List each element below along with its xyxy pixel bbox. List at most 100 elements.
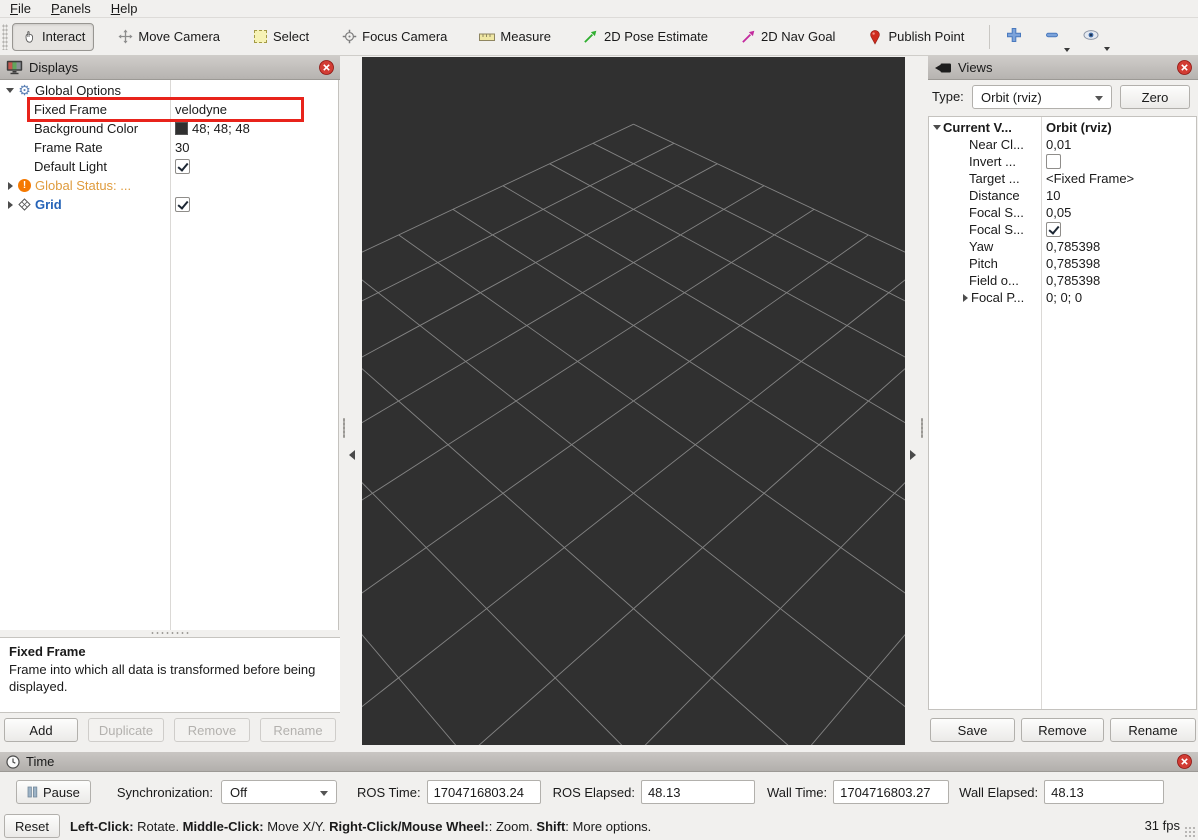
tree-row-focal-shape-fixed[interactable]: Focal S... xyxy=(929,221,1196,238)
tree-row-global-status[interactable]: ! Global Status: ... xyxy=(0,176,338,195)
nav-goal-tool-button[interactable]: 2D Nav Goal xyxy=(731,23,844,51)
description-title: Fixed Frame xyxy=(9,643,331,661)
toolbar-drag-handle[interactable] xyxy=(2,24,8,50)
time-panel-title: Time xyxy=(26,754,54,769)
view-type-combobox[interactable]: Orbit (rviz) xyxy=(972,85,1112,109)
background-color-value[interactable]: 48; 48; 48 xyxy=(170,121,338,136)
synchronization-label: Synchronization: xyxy=(117,785,213,800)
add-tool-button[interactable] xyxy=(1000,23,1028,50)
close-icon[interactable] xyxy=(1177,754,1192,769)
reset-button[interactable]: Reset xyxy=(4,814,60,838)
property-label: Grid xyxy=(35,197,62,212)
pause-icon xyxy=(27,786,38,798)
panel-splitter-handle[interactable] xyxy=(150,631,190,635)
menu-help[interactable]: Help xyxy=(101,0,148,18)
expander-closed-icon[interactable] xyxy=(4,182,16,190)
expander-open-icon[interactable] xyxy=(4,88,16,93)
property-label: Target ... xyxy=(969,171,1020,186)
publish-point-tool-button[interactable]: Publish Point xyxy=(858,23,973,51)
collapse-right-icon[interactable] xyxy=(910,450,916,460)
tool-label: Publish Point xyxy=(888,29,964,44)
default-light-checkbox[interactable] xyxy=(175,159,190,174)
synchronization-combobox[interactable]: Off xyxy=(221,780,337,804)
tree-row-current-view[interactable]: Current V... Orbit (rviz) xyxy=(929,119,1196,136)
ros-elapsed-field[interactable]: 48.13 xyxy=(641,780,755,804)
near-clip-value[interactable]: 0,01 xyxy=(1041,137,1196,152)
remove-view-button[interactable]: Remove xyxy=(1021,718,1104,742)
rename-button[interactable]: Rename xyxy=(260,718,336,742)
frame-rate-value[interactable]: 30 xyxy=(170,140,338,155)
3d-viewport[interactable] xyxy=(362,57,905,745)
left-splitter[interactable] xyxy=(340,56,363,745)
focal-point-value[interactable]: 0; 0; 0 xyxy=(1041,290,1196,305)
fov-value[interactable]: 0,785398 xyxy=(1041,273,1196,288)
collapse-left-icon[interactable] xyxy=(349,450,355,460)
splitter-grip[interactable] xyxy=(921,418,923,438)
save-button[interactable]: Save xyxy=(930,718,1015,742)
tree-row-fixed-frame[interactable]: Fixed Frame velodyne xyxy=(0,100,338,119)
tree-row-background-color[interactable]: Background Color 48; 48; 48 xyxy=(0,119,338,138)
zero-button[interactable]: Zero xyxy=(1120,85,1190,109)
measure-tool-button[interactable]: Measure xyxy=(470,23,560,51)
tree-row-distance[interactable]: Distance 10 xyxy=(929,187,1196,204)
tree-row-global-options[interactable]: ⚙ Global Options xyxy=(0,81,338,100)
interact-tool-button[interactable]: Interact xyxy=(12,23,94,51)
time-panel-header[interactable]: Time xyxy=(0,752,1198,772)
window-resize-grip[interactable] xyxy=(1184,826,1196,838)
tree-row-near-clip[interactable]: Near Cl... 0,01 xyxy=(929,136,1196,153)
tool-visibility-button[interactable] xyxy=(1076,24,1106,49)
expander-closed-icon[interactable] xyxy=(959,294,971,302)
fps-counter: 31 fps xyxy=(1145,818,1180,833)
dropdown-caret-icon xyxy=(1104,47,1110,51)
select-tool-button[interactable]: Select xyxy=(243,23,318,51)
focus-camera-tool-button[interactable]: Focus Camera xyxy=(332,23,456,51)
tree-row-field-of-view[interactable]: Field o... 0,785398 xyxy=(929,272,1196,289)
grid-icon xyxy=(16,198,33,211)
wall-time-field[interactable]: 1704716803.27 xyxy=(833,780,949,804)
target-frame-value[interactable]: <Fixed Frame> xyxy=(1041,171,1196,186)
distance-value[interactable]: 10 xyxy=(1041,188,1196,203)
invert-z-checkbox[interactable] xyxy=(1046,154,1061,169)
tree-row-target-frame[interactable]: Target ... <Fixed Frame> xyxy=(929,170,1196,187)
tree-row-frame-rate[interactable]: Frame Rate 30 xyxy=(0,138,338,157)
pause-button[interactable]: Pause xyxy=(16,780,91,804)
tree-row-default-light[interactable]: Default Light xyxy=(0,157,338,176)
grid-enabled-checkbox[interactable] xyxy=(175,197,190,212)
rename-view-button[interactable]: Rename xyxy=(1110,718,1196,742)
menu-panels[interactable]: Panels xyxy=(41,0,101,18)
displays-panel-header[interactable]: Displays xyxy=(0,56,340,80)
tree-row-focal-shape-size[interactable]: Focal S... 0,05 xyxy=(929,204,1196,221)
tree-row-yaw[interactable]: Yaw 0,785398 xyxy=(929,238,1196,255)
focal-shape-size-value[interactable]: 0,05 xyxy=(1041,205,1196,220)
close-icon[interactable] xyxy=(319,60,334,75)
move-camera-tool-button[interactable]: Move Camera xyxy=(108,23,229,51)
tree-row-grid[interactable]: Grid xyxy=(0,195,338,214)
current-view-value: Orbit (rviz) xyxy=(1041,120,1196,135)
tree-row-focal-point[interactable]: Focal P... 0; 0; 0 xyxy=(929,289,1196,306)
remove-button[interactable]: Remove xyxy=(174,718,250,742)
pose-estimate-tool-button[interactable]: 2D Pose Estimate xyxy=(574,23,717,51)
close-icon[interactable] xyxy=(1177,60,1192,75)
wall-elapsed-field[interactable]: 48.13 xyxy=(1044,780,1164,804)
expander-open-icon[interactable] xyxy=(931,125,943,130)
tool-label: 2D Nav Goal xyxy=(761,29,835,44)
ros-time-label: ROS Time: xyxy=(357,785,421,800)
duplicate-button[interactable]: Duplicate xyxy=(88,718,164,742)
expander-closed-icon[interactable] xyxy=(4,201,16,209)
splitter-grip[interactable] xyxy=(343,418,345,438)
remove-tool-button[interactable] xyxy=(1038,23,1066,50)
color-swatch xyxy=(175,122,188,135)
ros-time-field[interactable]: 1704716803.24 xyxy=(427,780,541,804)
right-splitter[interactable] xyxy=(905,56,928,745)
add-button[interactable]: Add xyxy=(4,718,78,742)
fixed-frame-value[interactable]: velodyne xyxy=(170,102,338,117)
yaw-value[interactable]: 0,785398 xyxy=(1041,239,1196,254)
views-panel-header[interactable]: Views xyxy=(928,56,1198,80)
wall-time-label: Wall Time: xyxy=(767,785,827,800)
camera-icon xyxy=(934,62,952,74)
pitch-value[interactable]: 0,785398 xyxy=(1041,256,1196,271)
tree-row-pitch[interactable]: Pitch 0,785398 xyxy=(929,255,1196,272)
focal-shape-fixed-checkbox[interactable] xyxy=(1046,222,1061,237)
tree-row-invert-z[interactable]: Invert ... xyxy=(929,153,1196,170)
menu-file[interactable]: File xyxy=(0,0,41,18)
